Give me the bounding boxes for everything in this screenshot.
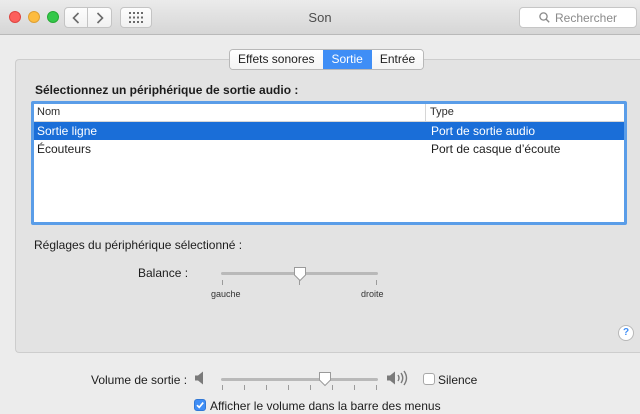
checkmark-icon: [196, 402, 204, 409]
volume-tick: [376, 385, 377, 390]
balance-right-label: droite: [361, 289, 384, 299]
volume-slider-knob[interactable]: [318, 371, 332, 387]
volume-tick: [354, 385, 355, 390]
tab-output[interactable]: Sortie: [322, 50, 371, 69]
balance-slider-knob[interactable]: [293, 266, 307, 282]
column-header-name[interactable]: Nom: [34, 104, 426, 121]
help-button[interactable]: ?: [618, 325, 634, 341]
tab-bar: Effets sonores Sortie Entrée: [229, 49, 425, 70]
selected-device-settings-label: Réglages du périphérique sélectionné :: [34, 238, 243, 252]
volume-tick: [266, 385, 267, 390]
search-icon: [539, 12, 550, 23]
output-volume-label: Volume de sortie :: [91, 373, 188, 387]
balance-label: Balance :: [138, 266, 189, 280]
volume-tick: [310, 385, 311, 390]
tab-sound-effects[interactable]: Effets sonores: [230, 50, 323, 69]
mute-label: Silence: [438, 373, 478, 387]
device-name: Sortie ligne: [37, 124, 98, 138]
show-volume-in-menubar-checkbox[interactable]: [194, 399, 206, 411]
tab-input[interactable]: Entrée: [370, 50, 424, 69]
speaker-loud-icon: [387, 370, 408, 386]
device-type: Port de casque d’écoute: [431, 142, 561, 156]
search-placeholder: Rechercher: [554, 10, 618, 25]
search-field[interactable]: Rechercher: [519, 7, 637, 28]
volume-tick: [288, 385, 289, 390]
table-header: Nom Type: [34, 104, 624, 122]
show-volume-in-menubar-label: Afficher le volume dans la barre des men…: [210, 399, 441, 413]
volume-slider-track[interactable]: [221, 378, 378, 381]
output-device-heading: Sélectionnez un périphérique de sortie a…: [35, 83, 299, 97]
balance-tick: [222, 280, 223, 285]
table-row[interactable]: Écouteurs Port de casque d’écoute: [34, 140, 624, 158]
balance-left-label: gauche: [211, 289, 241, 299]
device-type: Port de sortie audio: [431, 124, 536, 138]
output-device-table[interactable]: Nom Type Sortie ligne Port de sortie aud…: [31, 101, 627, 225]
mute-checkbox[interactable]: [423, 373, 435, 385]
volume-tick: [222, 385, 223, 390]
speaker-quiet-icon: [195, 371, 203, 385]
device-name: Écouteurs: [37, 142, 92, 156]
volume-tick: [244, 385, 245, 390]
table-row[interactable]: Sortie ligne Port de sortie audio: [34, 122, 624, 140]
volume-tick: [332, 385, 333, 390]
title-bar: Son Rechercher: [0, 0, 640, 35]
column-header-type[interactable]: Type: [426, 104, 624, 121]
balance-tick: [376, 280, 377, 285]
